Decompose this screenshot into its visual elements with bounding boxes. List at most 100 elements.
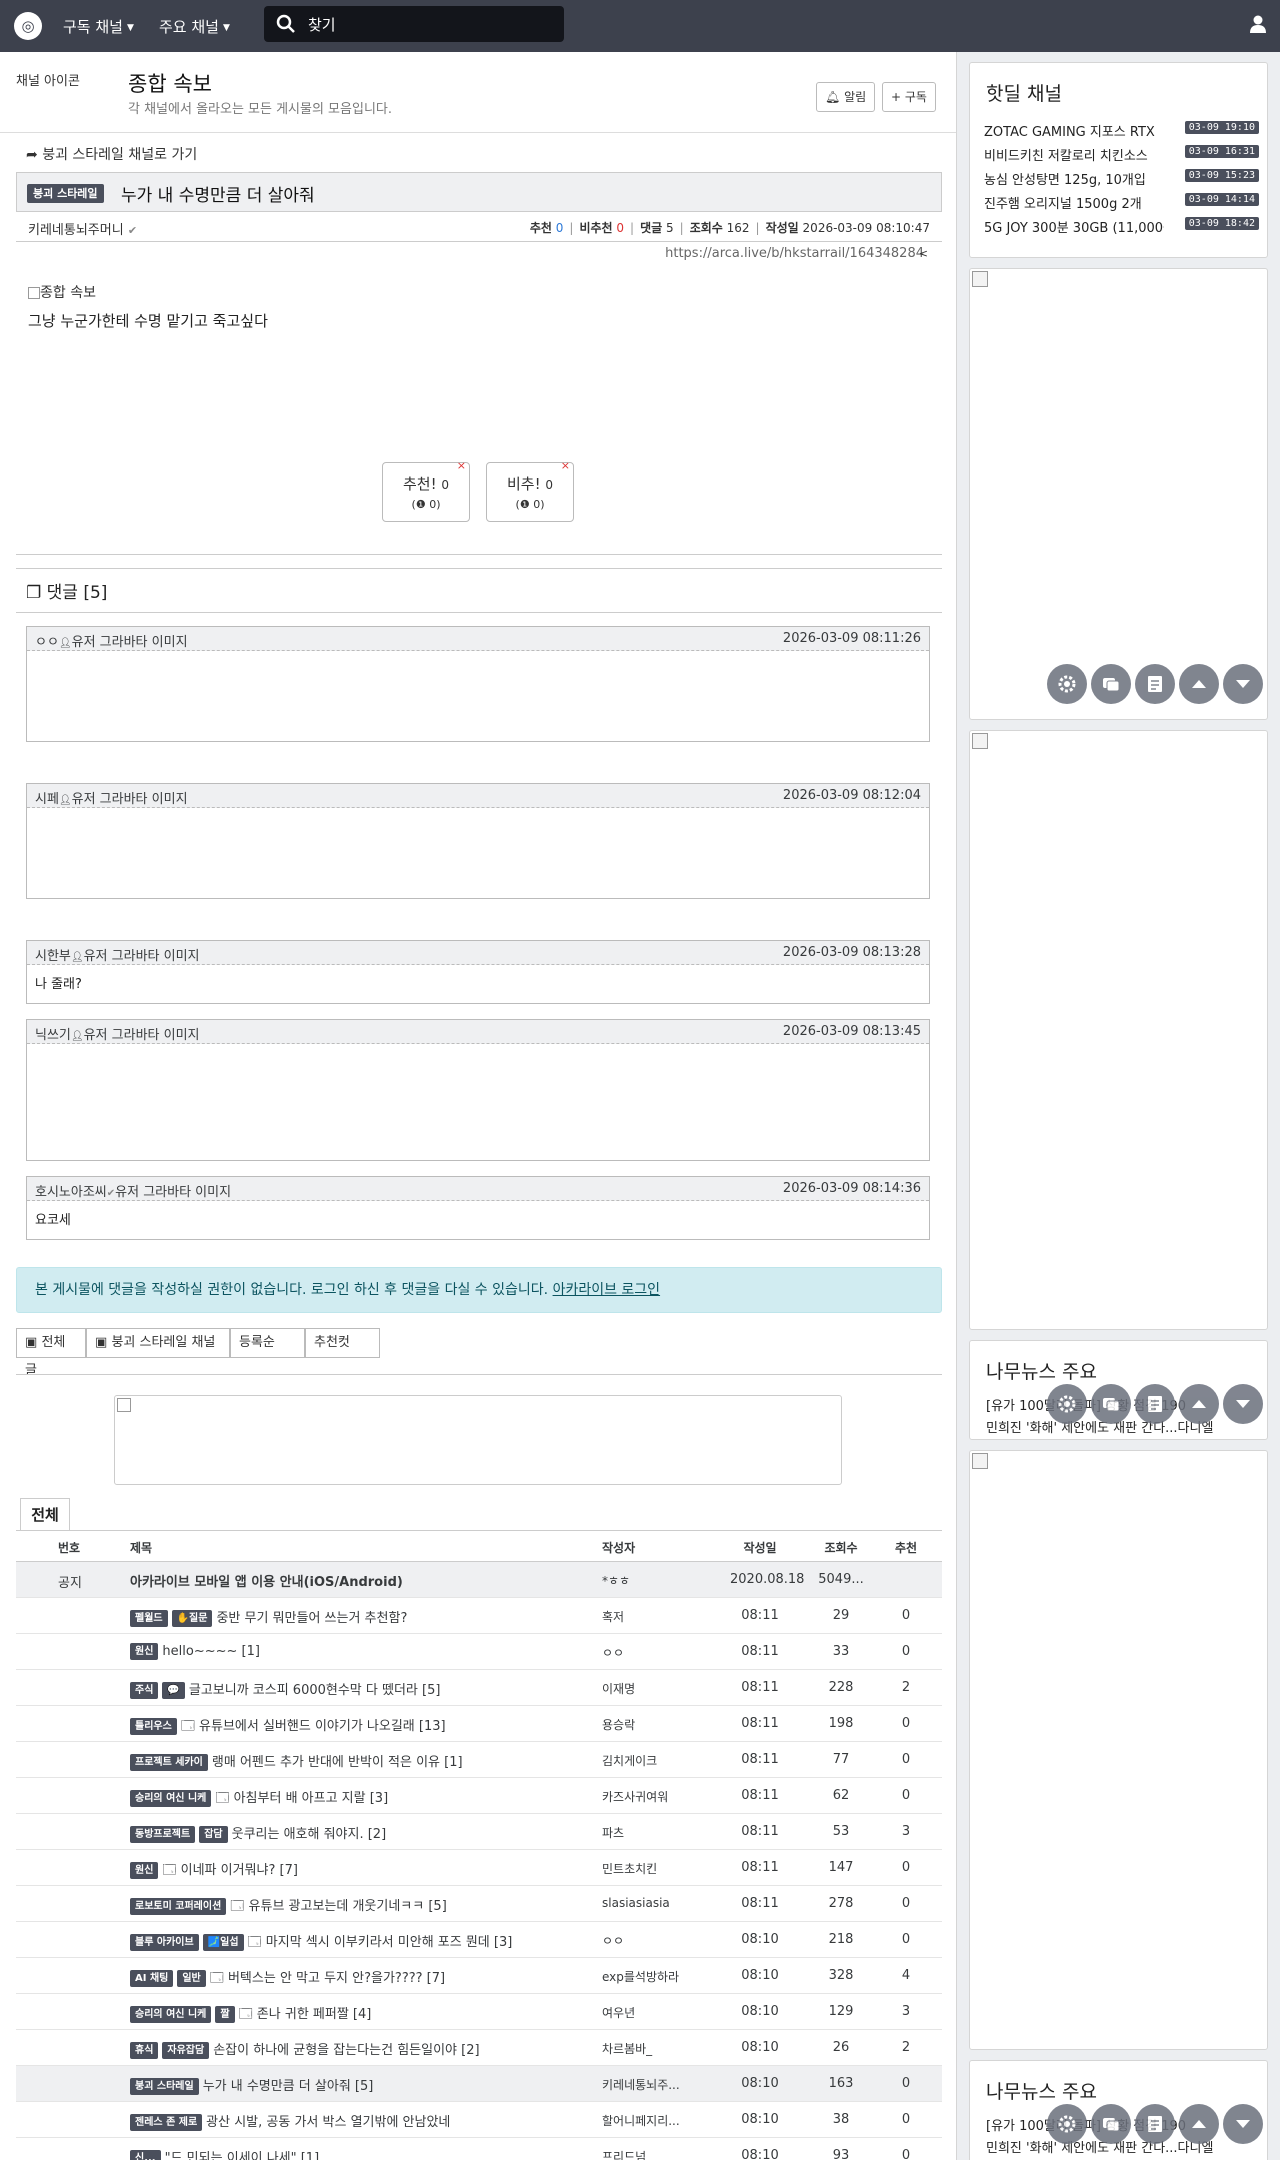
row-author[interactable]: 할어니페지리... xyxy=(602,2112,712,2129)
login-link[interactable]: 아카라이브 로그인 xyxy=(553,1282,661,1298)
row-title[interactable]: 주식 💬 글고보니까 코스피 6000현수막 다 뗐더라 [5] xyxy=(130,1679,610,1699)
category-badge[interactable]: 승리의 여신 니케 xyxy=(130,2006,212,2023)
tab-all[interactable]: 전체 xyxy=(20,1498,70,1530)
table-row[interactable]: 틀리우스 🗔 유튜브에서 실버핸드 이야기가 나오길래 [13] 용승락 08:11 1… xyxy=(16,1706,942,1742)
row-author[interactable]: exp를석방하라 xyxy=(602,1968,712,1985)
comments-button[interactable] xyxy=(1091,664,1131,704)
category-badge[interactable]: 원신 xyxy=(130,1643,159,1660)
table-row[interactable]: 원신 🗔 이네파 이거뭐냐? [7] 민트초치킨 08:11 147 0 xyxy=(16,1850,942,1886)
category-badge[interactable]: 승리의 여신 니케 xyxy=(130,1790,212,1807)
news-item[interactable]: 민희진 '화해' 제안에도 재판 간다...다니엘 xyxy=(986,1417,1261,1436)
ad-banner[interactable] xyxy=(114,1395,842,1485)
row-author[interactable]: ㅇㅇ xyxy=(602,1644,712,1661)
table-row[interactable]: 주식 💬 글고보니까 코스피 6000현수막 다 뗐더라 [5] 이재명 08:11 22… xyxy=(16,1670,942,1706)
row-author[interactable]: 이재명 xyxy=(602,1680,712,1697)
scroll-top-button[interactable] xyxy=(1179,664,1219,704)
category-badge[interactable]: ✋질문 xyxy=(171,1610,213,1627)
category-badge[interactable]: 💬 xyxy=(162,1682,185,1699)
article-author[interactable]: 키레네통뇌주머니 ✔ xyxy=(28,219,137,238)
news-title[interactable]: 나무뉴스 주요 xyxy=(986,1357,1097,1384)
row-title[interactable]: 아카라이브 모바일 앱 이용 안내(iOS/Android) xyxy=(130,1571,610,1590)
ad-slot[interactable] xyxy=(969,730,1268,1330)
comment-author[interactable]: 호시노아조씨 xyxy=(35,1185,107,1200)
category-badge[interactable]: 동방프로젝트 xyxy=(130,1826,196,1843)
channel-title[interactable]: 종합 속보 xyxy=(128,68,212,98)
list-button[interactable] xyxy=(1135,1384,1175,1424)
category-badge[interactable]: 블루 아카이브 xyxy=(130,1934,199,1951)
major-channels-dropdown[interactable]: 주요 채널 ▼ xyxy=(159,16,230,37)
hotdeal-item[interactable]: 5G JOY 300분 30GB (11,000원) 03-09 18:42 xyxy=(984,215,1259,236)
category-badge[interactable]: 자유잡담 xyxy=(162,2042,210,2059)
category-badge[interactable]: 원신 xyxy=(130,1862,159,1879)
table-row[interactable]: 붕괴 스타레일 누가 내 수명만큼 더 살아줘 [5] 키레네통뇌주... 08:10… xyxy=(16,2066,942,2102)
user-icon[interactable] xyxy=(1248,14,1268,34)
row-title[interactable]: 원신 🗔 이네파 이거뭐냐? [7] xyxy=(130,1859,610,1883)
row-title[interactable]: 휴식 자유잡담 손잡이 하나에 균형을 잡는다는건 힘든일이야 [2] xyxy=(130,2039,610,2059)
row-title[interactable]: 신... "드 민되는 이세이 나세" [1] xyxy=(130,2147,610,2160)
hotdeal-item[interactable]: ZOTAC GAMING 지포스 RTX 03-09 19:10 xyxy=(984,119,1259,140)
row-author[interactable]: 용승락 xyxy=(602,1716,712,1733)
row-title[interactable]: 로보토미 코퍼레이션 🗔 유튜브 광고보는데 개웃기네ㅋㅋ [5] xyxy=(130,1895,610,1919)
scroll-top-button[interactable] xyxy=(1179,2104,1219,2144)
category-badge[interactable]: 로보토미 코퍼레이션 xyxy=(130,1898,227,1915)
row-author[interactable]: 혹저 xyxy=(602,1608,712,1625)
article-url[interactable]: https://arca.live/b/hkstarrail/164348284 xyxy=(665,246,924,261)
row-author[interactable]: 키레네통뇌주... xyxy=(602,2076,712,2093)
table-row[interactable]: 동방프로젝트 잡담 웃쿠리는 애호해 줘야지. [2] 파츠 08:11 53 3 xyxy=(16,1814,942,1850)
row-author[interactable]: 여우년 xyxy=(602,2004,712,2021)
category-badge[interactable]: 프로젝트 세카이 xyxy=(130,1754,208,1771)
comment-author[interactable]: 시한부 xyxy=(35,949,71,964)
comments-button[interactable] xyxy=(1091,2104,1131,2144)
row-title[interactable]: 블루 아카이브 🗾일섭 🗔 마지막 섹시 이부키라서 미안해 포즈 뭔데 [3] xyxy=(130,1931,610,1955)
site-logo[interactable]: ◎ xyxy=(14,12,42,40)
table-row[interactable]: 공지 아카라이브 모바일 앱 이용 안내(iOS/Android) *ㅎㅎ 2020.… xyxy=(16,1562,942,1598)
settings-button[interactable] xyxy=(1047,2104,1087,2144)
category-badge[interactable]: 붕괴 스타레일 xyxy=(27,184,104,203)
table-row[interactable]: 로보토미 코퍼레이션 🗔 유튜브 광고보는데 개웃기네ㅋㅋ [5] slasiasi… xyxy=(16,1886,942,1922)
comments-button[interactable] xyxy=(1091,1384,1131,1424)
hotdeal-item[interactable]: 진주햄 오리지널 1500g 2개 03-09 14:14 xyxy=(984,191,1259,212)
category-badge[interactable]: 짤 xyxy=(215,2006,235,2023)
row-title[interactable]: 프로젝트 세카이 랭매 어펜드 추가 반대에 반박이 적은 이유 [1] xyxy=(130,1751,610,1771)
category-badge[interactable]: 신... xyxy=(130,2150,161,2160)
ad-slot[interactable] xyxy=(969,268,1268,720)
scroll-bottom-button[interactable] xyxy=(1223,664,1263,704)
category-badge[interactable]: 휴식 xyxy=(130,2042,159,2059)
scroll-top-button[interactable] xyxy=(1179,1384,1219,1424)
scroll-bottom-button[interactable] xyxy=(1223,2104,1263,2144)
share-icon[interactable]: < xyxy=(919,247,928,260)
table-row[interactable]: 블루 아카이브 🗾일섭 🗔 마지막 섹시 이부키라서 미안해 포즈 뭔데 [3] ㅇㅇ… xyxy=(16,1922,942,1958)
back-to-channel-link[interactable]: ➦ 붕괴 스타레일 채널로 가기 xyxy=(26,144,197,164)
category-badge[interactable]: 잡담 xyxy=(199,1826,228,1843)
category-badge[interactable]: AI 채팅 xyxy=(130,1970,174,1987)
row-title[interactable]: 동방프로젝트 잡담 웃쿠리는 애호해 줘야지. [2] xyxy=(130,1823,610,1843)
channel-posts-button[interactable]: ▣ 붕괴 스타레일 채널 xyxy=(86,1328,230,1358)
table-row[interactable]: 신... "드 민되는 이세이 나세" [1] 프리드넘 08:10 93 0 xyxy=(16,2138,942,2160)
sort-order-button[interactable]: 등록순 xyxy=(230,1328,305,1358)
row-title[interactable]: 젠레스 존 제로 광산 시발, 공동 가서 박스 열기밖에 안남았네 xyxy=(130,2111,610,2131)
table-row[interactable]: 승리의 여신 니케 🗔 아침부터 배 아프고 지랄 [3] 카즈사귀여워 08:11 6… xyxy=(16,1778,942,1814)
table-row[interactable]: 휴식 자유잡담 손잡이 하나에 균형을 잡는다는건 힘든일이야 [2] 차르봄바_ 08… xyxy=(16,2030,942,2066)
row-title[interactable]: 틀리우스 🗔 유튜브에서 실버핸드 이야기가 나오길래 [13] xyxy=(130,1715,610,1739)
row-author[interactable]: ㅇㅇ xyxy=(602,1932,712,1949)
alert-button[interactable]: 🔔︎ 알림 xyxy=(816,82,876,112)
subscribe-button[interactable]: + 구독 xyxy=(882,82,936,112)
row-author[interactable]: 김치게이크 xyxy=(602,1752,712,1769)
hotdeal-item[interactable]: 비비드키친 저칼로리 치킨소스 03-09 16:31 xyxy=(984,143,1259,164)
category-badge[interactable]: 🗾일섭 xyxy=(202,1934,244,1951)
row-author[interactable]: 차르봄바_ xyxy=(602,2040,712,2057)
category-badge[interactable]: 젠레스 존 제로 xyxy=(130,2114,203,2131)
row-title[interactable]: AI 채팅 일반 🗔 버텍스는 안 막고 두지 안?을가???? [7] xyxy=(130,1967,610,1991)
category-badge[interactable]: 주식 xyxy=(130,1682,159,1699)
scroll-bottom-button[interactable] xyxy=(1223,1384,1263,1424)
table-row[interactable]: 원신 hello~~~~ [1] ㅇㅇ 08:11 33 0 xyxy=(16,1634,942,1670)
row-author[interactable]: 카즈사귀여워 xyxy=(602,1788,712,1805)
news-title[interactable]: 나무뉴스 주요 xyxy=(986,2077,1097,2104)
hotdeal-title[interactable]: 핫딜 채널 xyxy=(986,79,1062,106)
downvote-button[interactable]: × 비추! 0 (❶ 0) xyxy=(486,459,574,522)
best-cut-button[interactable]: 추천컷 xyxy=(305,1328,380,1358)
row-title[interactable]: 원신 hello~~~~ [1] xyxy=(130,1643,610,1660)
category-badge[interactable]: 붕괴 스타레일 xyxy=(130,2078,199,2095)
table-row[interactable]: AI 채팅 일반 🗔 버텍스는 안 막고 두지 안?을가???? [7] exp를석방… xyxy=(16,1958,942,1994)
settings-button[interactable] xyxy=(1047,664,1087,704)
